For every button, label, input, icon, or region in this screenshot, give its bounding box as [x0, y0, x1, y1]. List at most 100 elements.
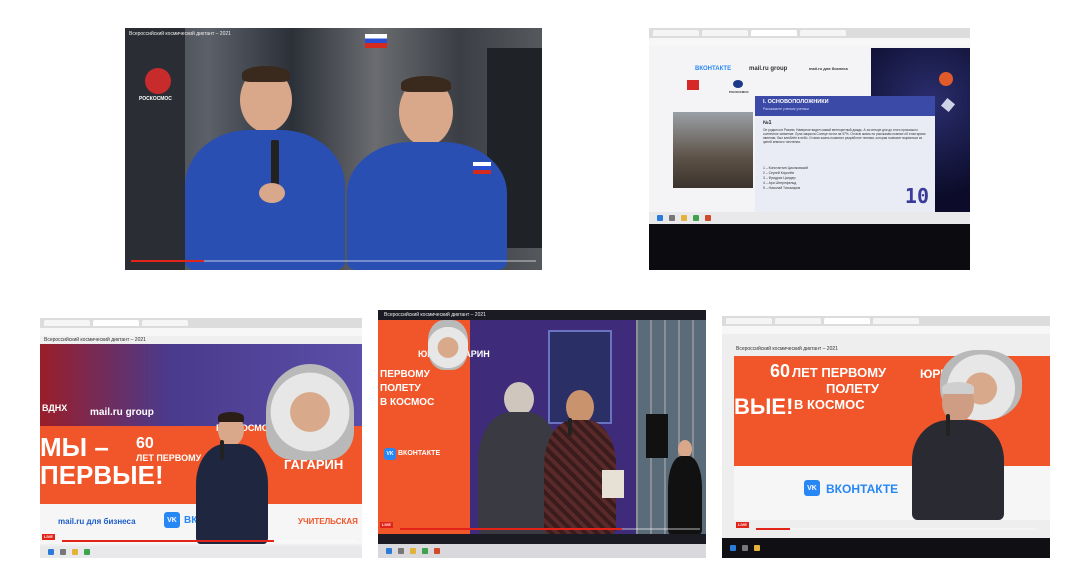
browser-tab[interactable] [142, 320, 188, 326]
address-bar[interactable] [649, 38, 970, 46]
flag-patch-icon [473, 162, 491, 174]
hair [242, 66, 290, 82]
browser-tab[interactable] [775, 318, 821, 324]
start-icon[interactable] [48, 549, 54, 555]
man-background-suit [668, 456, 702, 534]
address-bar[interactable] [40, 328, 362, 336]
roscosmos-logo [733, 80, 743, 88]
browser-tab[interactable] [93, 320, 139, 326]
monitor-screen: ВКОНТАКТЕ mail.ru group mail.ru для бизн… [649, 28, 970, 224]
video-progress-fill [131, 260, 204, 262]
folder-icon[interactable] [410, 548, 416, 554]
question-number: №1 [763, 120, 772, 126]
start-icon[interactable] [730, 545, 736, 551]
video-title: Всероссийский космический диктант – 2021 [129, 31, 231, 37]
banner-line-3: В КОСМОС [794, 397, 865, 412]
live-badge: LIVE [380, 522, 393, 528]
browser-tab[interactable] [824, 318, 870, 324]
video-area: ПЕРВОМУ ПОЛЕТУ В КОСМОС ЮРИЙ ГАГАРИН VK … [378, 320, 706, 534]
address-bar[interactable] [722, 326, 1050, 334]
start-icon[interactable] [386, 548, 392, 554]
flag-icon [365, 34, 387, 48]
start-icon[interactable] [657, 215, 663, 221]
slide-subtitle: Расскажите ученым ученым [763, 107, 809, 111]
hair [218, 412, 244, 422]
video-progress[interactable] [62, 540, 356, 542]
hand [259, 183, 285, 203]
video-progress[interactable] [131, 260, 536, 262]
question-text: Он родился в Рязани. Наверное видел самы… [763, 128, 926, 144]
search-icon[interactable] [669, 215, 675, 221]
banner-line-2: ПОЛЕТУ [380, 383, 421, 394]
browser-tabs [722, 316, 1050, 326]
browser-icon[interactable] [434, 548, 440, 554]
video-title: Всероссийский космический диктант – 2021 [44, 337, 146, 343]
slide-number: 10 [904, 184, 929, 208]
gray-hair [942, 382, 974, 394]
folder-icon[interactable] [681, 215, 687, 221]
brand-vk: ВКОНТАКТЕ [695, 66, 732, 72]
microphone [946, 414, 950, 436]
brand-vk: ВКОНТАКТЕ [398, 450, 441, 457]
browser-tab[interactable] [726, 318, 772, 324]
browser-icon[interactable] [84, 549, 90, 555]
man-background [668, 440, 702, 534]
banner-headline-2: ПЕРВЫЕ! [40, 460, 164, 490]
speaker [192, 412, 272, 544]
photo-speaker-2: Всероссийский космический диктант – 2021… [722, 316, 1050, 558]
video-area: ВЫЕ! 60 ЛЕТ ПЕРВОМУ ПОЛЕТУ В КОСМОС ЮРИЙ… [734, 350, 1050, 520]
astronaut-right [347, 68, 507, 270]
brand-teachers: УЧИТЕЛЬСКАЯ [298, 517, 358, 526]
speaker-jacket [196, 444, 268, 544]
search-icon[interactable] [398, 548, 404, 554]
vk-badge: VK [164, 512, 180, 528]
browser-tab[interactable] [44, 320, 90, 326]
video-title: Всероссийский космический диктант – 2021 [736, 346, 838, 352]
planet-icon [939, 72, 953, 86]
browser-tab[interactable] [800, 30, 846, 36]
video-progress-fill [62, 540, 274, 542]
speaker-older [912, 382, 1004, 520]
browser-icon[interactable] [422, 548, 428, 554]
browser-tabs [40, 318, 362, 328]
taskbar [649, 212, 970, 224]
banner-headline: МЫ – [40, 432, 109, 462]
browser-tabs [649, 28, 970, 38]
browser-icon[interactable] [705, 215, 711, 221]
browser-icon[interactable] [693, 215, 699, 221]
brand-mailru: mail.ru group [749, 66, 788, 72]
browser-tab[interactable] [751, 30, 797, 36]
browser-tab[interactable] [873, 318, 919, 324]
microphone [220, 440, 224, 460]
man-back-head [504, 382, 534, 416]
gagarin-portrait [266, 364, 354, 460]
search-icon[interactable] [60, 549, 66, 555]
banner-subtitle: ЛЕТ ПЕРВОМУ [792, 365, 887, 380]
video-title: Всероссийский космический диктант – 2021 [384, 312, 486, 318]
video-progress-fill [756, 528, 790, 530]
browser-tab[interactable] [702, 30, 748, 36]
brand-mailru: mail.ru group [90, 407, 154, 418]
photo-astronauts: Всероссийский космический диктант – 2021… [125, 28, 542, 270]
folder-icon[interactable] [754, 545, 760, 551]
slide-header: I. ОСНОВОПОЛОЖНИКИ Расскажите ученым уче… [755, 96, 935, 116]
brand-roscosmos: РОСКОСМОС [729, 90, 749, 94]
folder-icon[interactable] [72, 549, 78, 555]
video-progress-fill [400, 528, 622, 530]
video-progress[interactable] [400, 528, 700, 530]
speaker-older-suit [912, 420, 1004, 520]
vk-badge: VK [384, 448, 396, 460]
slide-panel: I. ОСНОВОПОЛОЖНИКИ Расскажите ученым уче… [755, 96, 935, 212]
banner-60: 60 [136, 435, 154, 452]
speaker-box [646, 414, 668, 458]
taskbar [378, 544, 706, 558]
taskbar [722, 538, 1050, 558]
paper [602, 470, 624, 498]
answer-option: 5 – Николай Тихомиров [763, 186, 801, 190]
browser-tab[interactable] [653, 30, 699, 36]
equipment-panel [125, 28, 185, 270]
slide-title: I. ОСНОВОПОЛОЖНИКИ [763, 99, 829, 105]
video-progress[interactable] [756, 528, 1036, 530]
search-icon[interactable] [742, 545, 748, 551]
roscosmos-logo [145, 68, 171, 94]
